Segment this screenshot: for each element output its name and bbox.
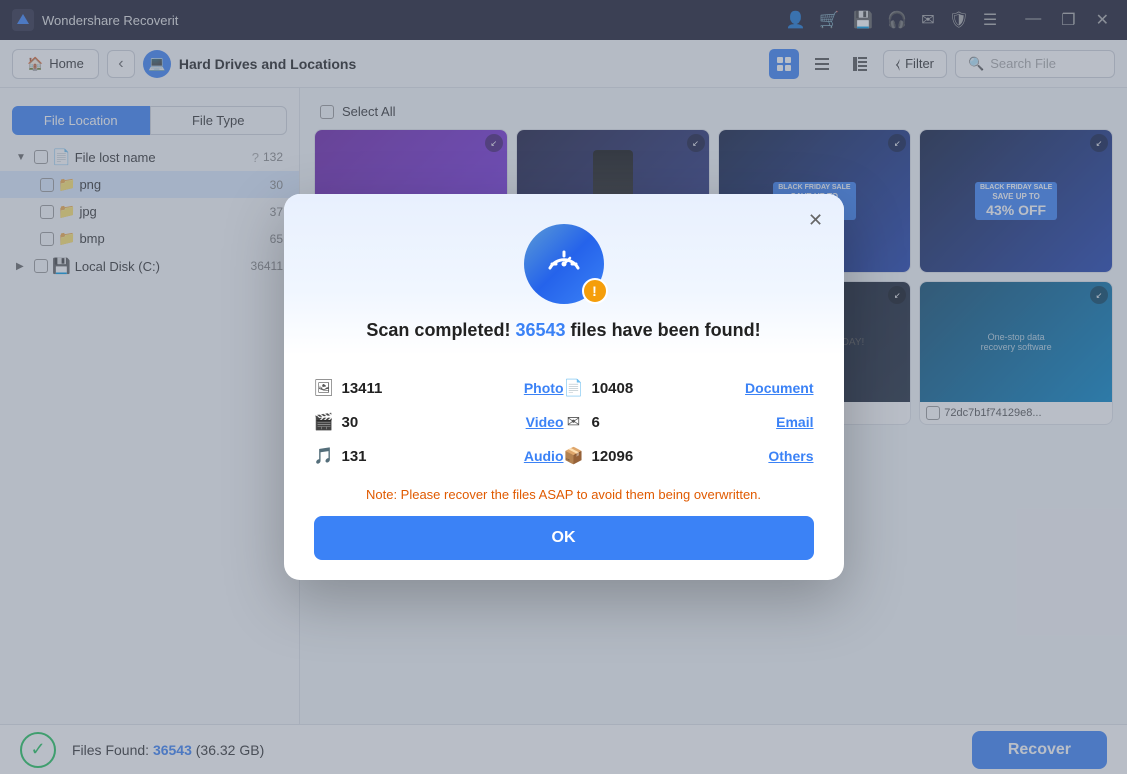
dialog-logo: ! — [524, 224, 604, 304]
photo-icon: 🖼 — [314, 378, 334, 398]
dialog-title: Scan completed! 36543 files have been fo… — [314, 320, 814, 341]
stat-row-others: 📦 12096 Others — [564, 439, 814, 473]
email-icon: ✉ — [564, 412, 584, 432]
audio-count: 131 — [342, 448, 367, 465]
stats-col-right: 📄 10408 Document ✉ 6 Email — [564, 371, 814, 473]
stat-row-audio: 🎵 131 Audio — [314, 439, 564, 473]
email-count: 6 — [592, 414, 600, 431]
dialog-overlay: ✕ ! — [0, 0, 1127, 774]
stat-left-video: 🎬 30 — [314, 412, 359, 432]
video-type-link[interactable]: Video — [526, 414, 564, 430]
stat-row-photo: 🖼 13411 Photo — [314, 371, 564, 405]
dialog-note: Note: Please recover the files ASAP to a… — [314, 487, 814, 502]
stats-col-left: 🖼 13411 Photo 🎬 30 Video — [314, 371, 564, 473]
stats-grid: 🖼 13411 Photo 🎬 30 Video — [314, 371, 814, 473]
warning-badge: ! — [582, 278, 608, 304]
logo-circle: ! — [524, 224, 604, 304]
others-icon: 📦 — [564, 446, 584, 466]
dialog-logo-wrap: ! — [314, 224, 814, 304]
stat-left-email: ✉ 6 — [564, 412, 600, 432]
ok-button[interactable]: OK — [314, 516, 814, 560]
stat-row-email: ✉ 6 Email — [564, 405, 814, 439]
audio-icon: 🎵 — [314, 446, 334, 466]
others-type-link[interactable]: Others — [768, 448, 813, 464]
dialog-header: ✕ ! — [284, 194, 844, 355]
document-count: 10408 — [592, 380, 634, 397]
stat-row-video: 🎬 30 Video — [314, 405, 564, 439]
stat-left-audio: 🎵 131 — [314, 446, 367, 466]
photo-type-link[interactable]: Photo — [524, 380, 564, 396]
email-type-link[interactable]: Email — [776, 414, 813, 430]
others-count: 12096 — [592, 448, 634, 465]
stat-left-photo: 🖼 13411 — [314, 378, 383, 398]
photo-count: 13411 — [342, 380, 383, 397]
video-icon: 🎬 — [314, 412, 334, 432]
document-icon: 📄 — [564, 378, 584, 398]
stat-row-document: 📄 10408 Document — [564, 371, 814, 405]
dialog-close-button[interactable]: ✕ — [802, 206, 830, 234]
stat-left-document: 📄 10408 — [564, 378, 634, 398]
dialog-body: 🖼 13411 Photo 🎬 30 Video — [284, 355, 844, 580]
scan-complete-dialog: ✕ ! — [284, 194, 844, 580]
document-type-link[interactable]: Document — [745, 380, 813, 396]
video-count: 30 — [342, 414, 359, 431]
audio-type-link[interactable]: Audio — [524, 448, 564, 464]
count-span: 36543 — [515, 320, 565, 340]
stat-left-others: 📦 12096 — [564, 446, 634, 466]
